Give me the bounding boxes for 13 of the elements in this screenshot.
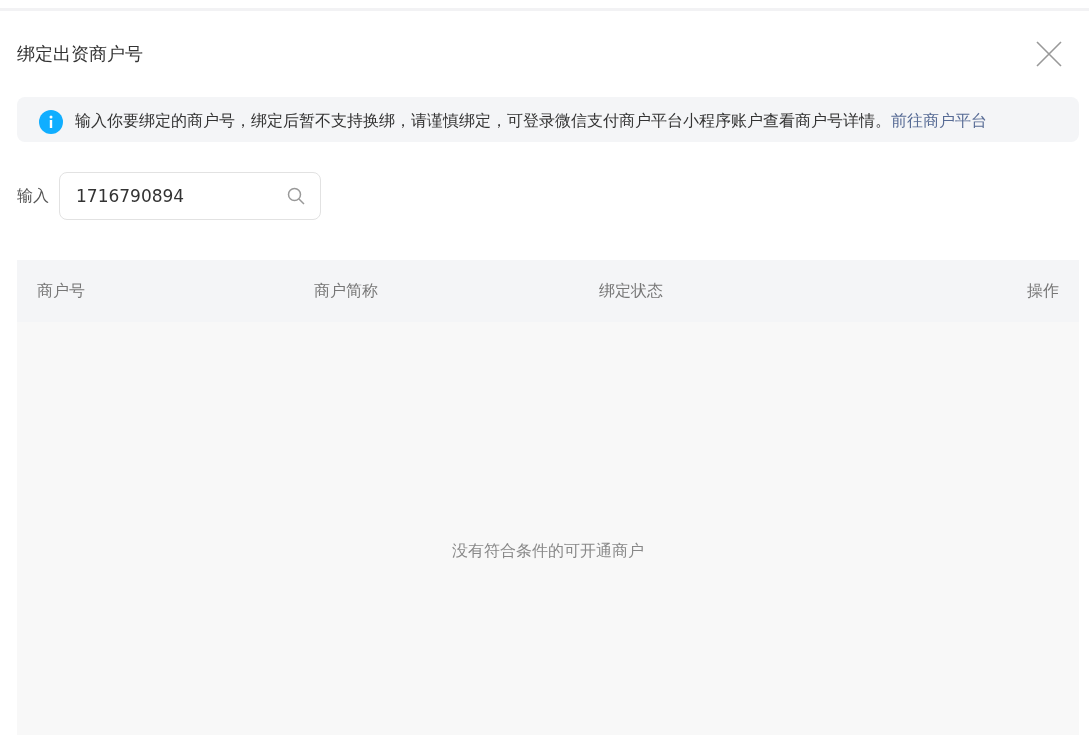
column-header: 绑定状态 [599, 280, 664, 302]
notice-text: 输入你要绑定的商户号，绑定后暂不支持换绑，请谨慎绑定，可登录微信支付商户平台小程序账户查看商户号详情。前往商户平台 [75, 110, 987, 132]
merchant-platform-link[interactable]: 前往商户平台 [891, 111, 987, 130]
info-icon [39, 110, 63, 134]
close-button[interactable] [1036, 41, 1062, 67]
search-field[interactable]: 1716790894 [59, 172, 321, 220]
column-header: 商户号 [37, 280, 86, 302]
empty-message: 没有符合条件的可开通商户 [452, 540, 644, 562]
dialog-title: 绑定出资商户号 [17, 42, 143, 66]
column-header: 商户简称 [314, 280, 379, 302]
search-label: 输入 [17, 185, 49, 207]
search-icon[interactable] [287, 187, 305, 205]
column-header: 操作 [1027, 280, 1059, 302]
